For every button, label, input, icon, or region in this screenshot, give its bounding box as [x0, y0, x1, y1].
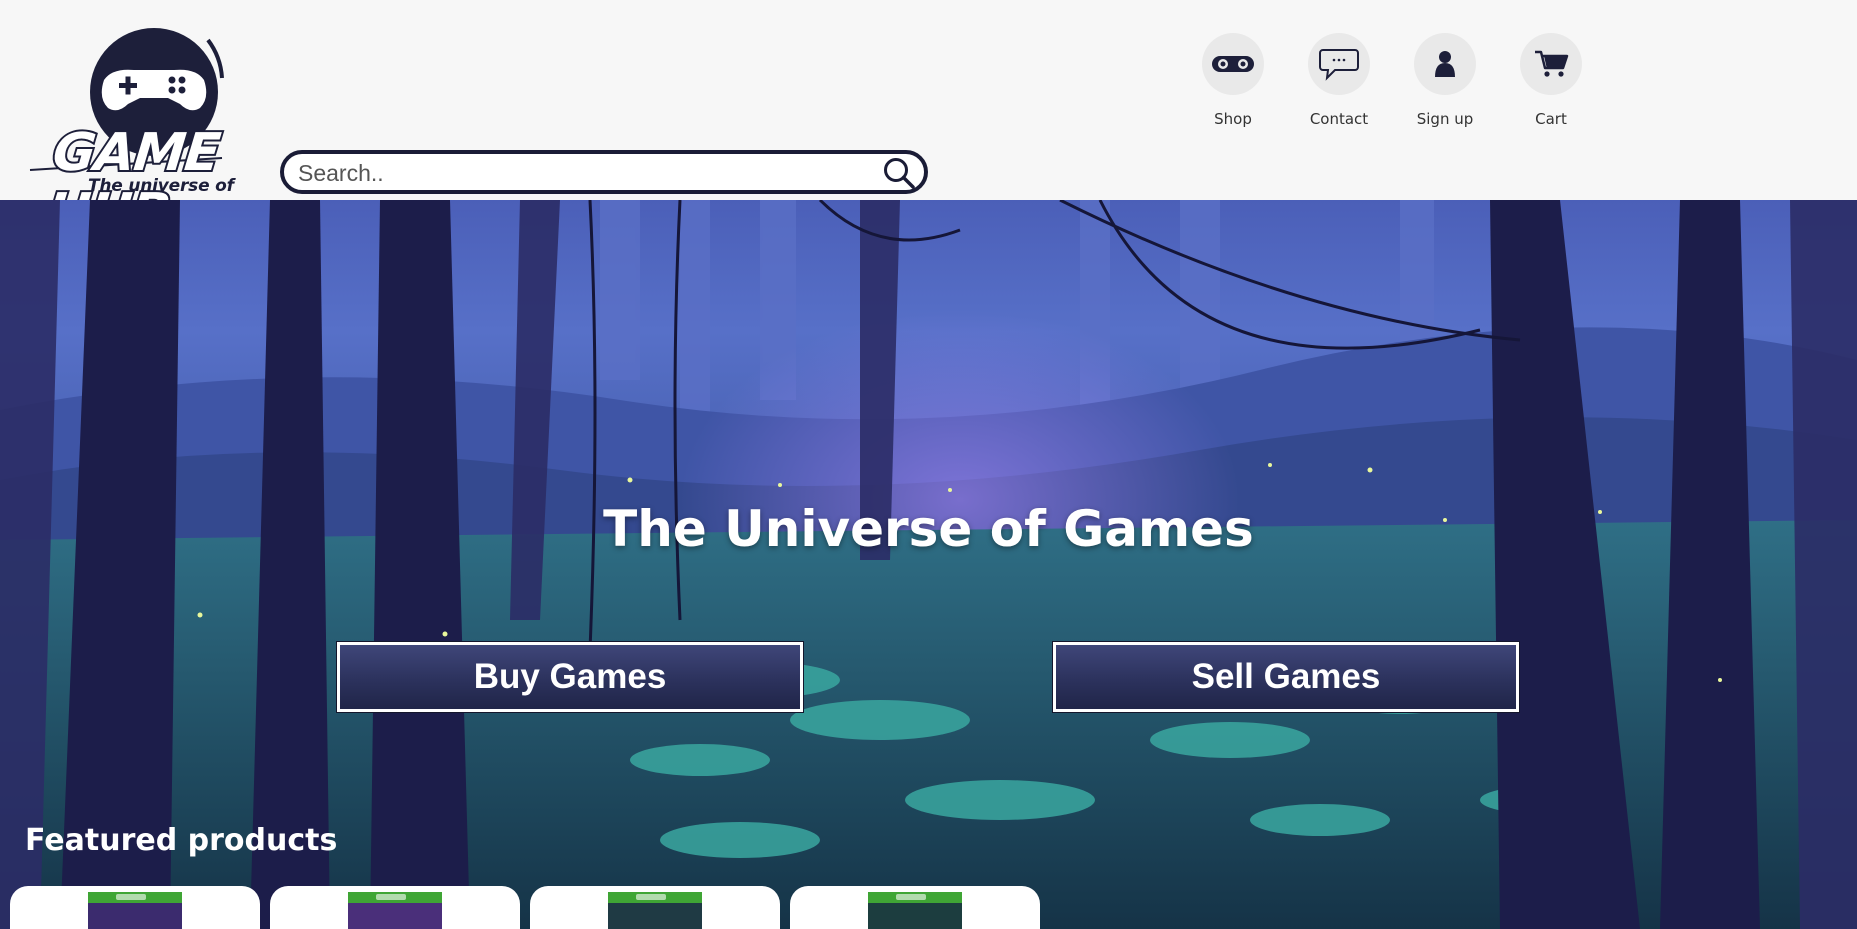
nav-signup[interactable]: Sign up	[1400, 33, 1490, 128]
product-card[interactable]	[270, 886, 520, 929]
sell-games-button[interactable]: Sell Games	[1052, 641, 1520, 713]
product-cover-image	[868, 892, 962, 929]
featured-products-heading: Featured products	[25, 823, 338, 858]
nav-cart-label: Cart	[1535, 110, 1567, 128]
product-card[interactable]	[790, 886, 1040, 929]
hero-section: The Universe of Games Buy Games Sell Gam…	[0, 200, 1857, 929]
nav-shop-circle[interactable]	[1202, 33, 1264, 95]
buy-games-button[interactable]: Buy Games	[336, 641, 804, 713]
user-icon	[1435, 51, 1455, 77]
logo[interactable]: GAME HUB The universe of games	[22, 20, 282, 245]
product-cover-image	[348, 892, 442, 929]
nav-cart[interactable]: Cart	[1506, 33, 1596, 128]
search-bar	[280, 150, 928, 194]
nav-cart-circle[interactable]	[1520, 33, 1582, 95]
product-cover-image	[608, 892, 702, 929]
nav-shop-label: Shop	[1214, 110, 1252, 128]
cart-icon	[1535, 50, 1569, 77]
nav-contact-label: Contact	[1309, 110, 1369, 128]
search-input[interactable]	[298, 158, 858, 188]
forest-background-image	[0, 200, 1857, 929]
product-card[interactable]	[530, 886, 780, 929]
search-button[interactable]	[882, 156, 916, 190]
nav-signup-circle[interactable]	[1414, 33, 1476, 95]
nav-contact[interactable]: Contact	[1294, 33, 1384, 128]
chat-bubble-icon	[1319, 49, 1359, 81]
nav-signup-label: Sign up	[1416, 110, 1474, 128]
hero-title: The Universe of Games	[603, 500, 1254, 558]
site-header: GAME HUB The universe of games Sho	[0, 0, 1857, 245]
nav-shop[interactable]: Shop	[1188, 33, 1278, 128]
gamepad-icon	[1212, 56, 1254, 72]
product-card[interactable]	[10, 886, 260, 929]
product-cover-image	[88, 892, 182, 929]
nav-contact-circle[interactable]	[1308, 33, 1370, 95]
search-icon	[884, 158, 915, 189]
